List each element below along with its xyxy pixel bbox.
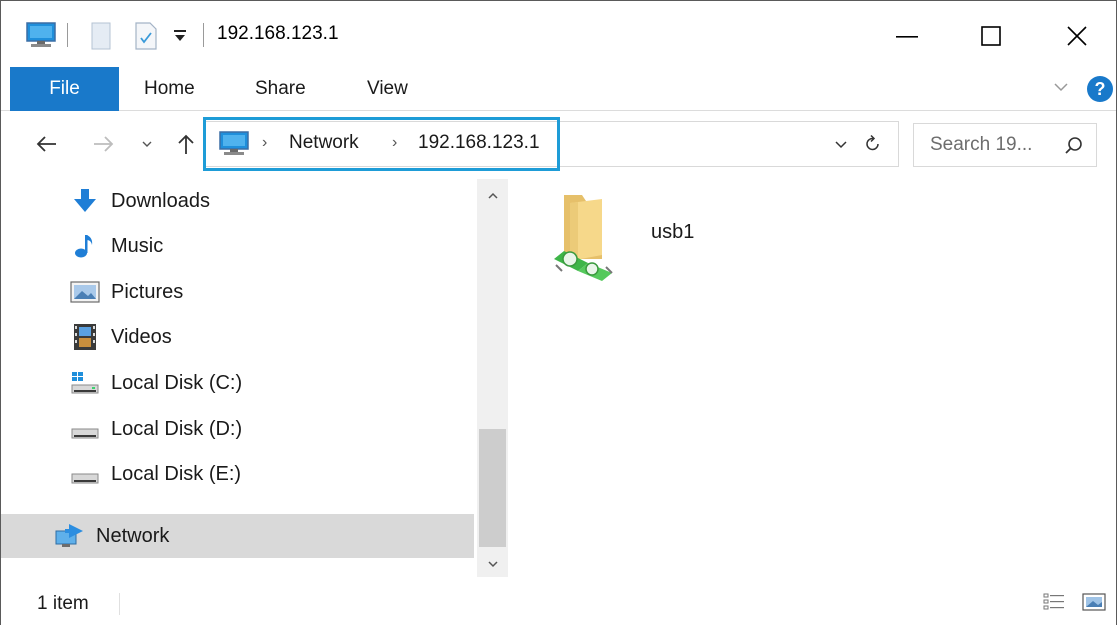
nav-item-music[interactable]: Music: [1, 224, 474, 268]
nav-item-downloads[interactable]: Downloads: [1, 179, 474, 223]
navigation-bar: › Network › 192.168.123.1 Search 19...: [1, 111, 1116, 179]
large-icons-view-button[interactable]: [1081, 589, 1107, 615]
ribbon-tabs: File Home Share View ?: [1, 67, 1116, 111]
nav-item-pictures[interactable]: Pictures: [1, 270, 474, 314]
address-highlight: [203, 117, 560, 171]
maximize-icon: [981, 26, 1001, 46]
nav-item-label: Local Disk (D:): [111, 417, 243, 440]
explorer-window: 192.168.123.1 File Home Share View ? › N…: [0, 0, 1117, 625]
shared-folder-icon: [548, 189, 628, 286]
properties-icon[interactable]: [89, 21, 113, 56]
nav-item-label: Videos: [111, 325, 172, 348]
tab-file[interactable]: File: [10, 67, 119, 111]
chevron-down-icon: [487, 561, 498, 568]
search-box[interactable]: Search 19...: [913, 123, 1097, 167]
maximize-button[interactable]: [961, 11, 1021, 61]
navigation-pane: Downloads Music Pictures Videos Local Di…: [1, 179, 508, 577]
up-arrow-icon: [178, 134, 194, 154]
help-icon[interactable]: ?: [1087, 76, 1113, 102]
customize-quick-access-icon[interactable]: [173, 29, 187, 48]
nav-item-label: Downloads: [111, 189, 210, 212]
pictures-icon: [69, 276, 101, 308]
title-bar: 192.168.123.1: [1, 1, 1116, 67]
status-divider: [119, 593, 120, 615]
status-bar: 1 item: [1, 581, 1116, 625]
nav-item-local-disk-d[interactable]: Local Disk (D:): [1, 407, 474, 451]
nav-item-local-disk-c[interactable]: Local Disk (C:): [1, 361, 474, 405]
close-icon: [1067, 26, 1087, 46]
back-arrow-icon: [36, 136, 56, 152]
nav-item-videos[interactable]: Videos: [1, 315, 474, 359]
system-drive-icon: [69, 367, 101, 399]
details-view-button[interactable]: [1041, 589, 1067, 615]
scroll-up-button[interactable]: [479, 183, 506, 209]
downloads-icon: [69, 185, 101, 217]
refresh-icon[interactable]: [864, 134, 882, 159]
close-button[interactable]: [1047, 11, 1107, 61]
music-icon: [69, 230, 101, 262]
tab-view[interactable]: View: [367, 67, 408, 111]
expand-ribbon-icon[interactable]: [1051, 77, 1071, 97]
back-button[interactable]: [31, 129, 61, 159]
file-list: usb1: [508, 179, 1116, 577]
window-title: 192.168.123.1: [217, 23, 339, 44]
new-document-icon[interactable]: [133, 21, 159, 56]
nav-item-network[interactable]: Network: [1, 514, 474, 558]
up-button[interactable]: [173, 129, 199, 159]
search-icon[interactable]: [1064, 136, 1084, 161]
chevron-up-icon: [487, 192, 498, 199]
computer-icon[interactable]: [25, 21, 57, 54]
tab-home[interactable]: Home: [144, 67, 195, 111]
search-placeholder: Search 19...: [930, 134, 1033, 155]
nav-item-label: Network: [96, 524, 170, 547]
large-icons-view-icon: [1082, 593, 1106, 611]
file-item[interactable]: usb1: [548, 189, 718, 289]
chevron-down-icon: [142, 141, 152, 147]
nav-item-local-disk-e[interactable]: Local Disk (E:): [1, 452, 474, 496]
nav-item-label: Local Disk (E:): [111, 462, 242, 485]
item-count: 1 item: [37, 593, 89, 614]
scroll-thumb[interactable]: [479, 429, 506, 547]
nav-item-label: Pictures: [111, 280, 184, 303]
drive-icon: [69, 458, 101, 490]
forward-arrow-icon: [94, 136, 114, 152]
file-item-label: usb1: [651, 221, 695, 243]
drive-icon: [69, 413, 101, 445]
nav-item-label: Local Disk (C:): [111, 371, 243, 394]
nav-item-label: Music: [111, 234, 164, 257]
scroll-down-button[interactable]: [479, 551, 506, 577]
recent-locations-button[interactable]: [137, 129, 157, 159]
minimize-button[interactable]: [877, 11, 937, 61]
forward-button[interactable]: [89, 129, 119, 159]
address-dropdown-icon[interactable]: [834, 138, 848, 156]
tab-share[interactable]: Share: [255, 67, 306, 111]
minimize-icon: [896, 36, 918, 38]
details-view-icon: [1043, 593, 1064, 610]
videos-icon: [69, 321, 101, 353]
network-icon: [53, 520, 85, 552]
